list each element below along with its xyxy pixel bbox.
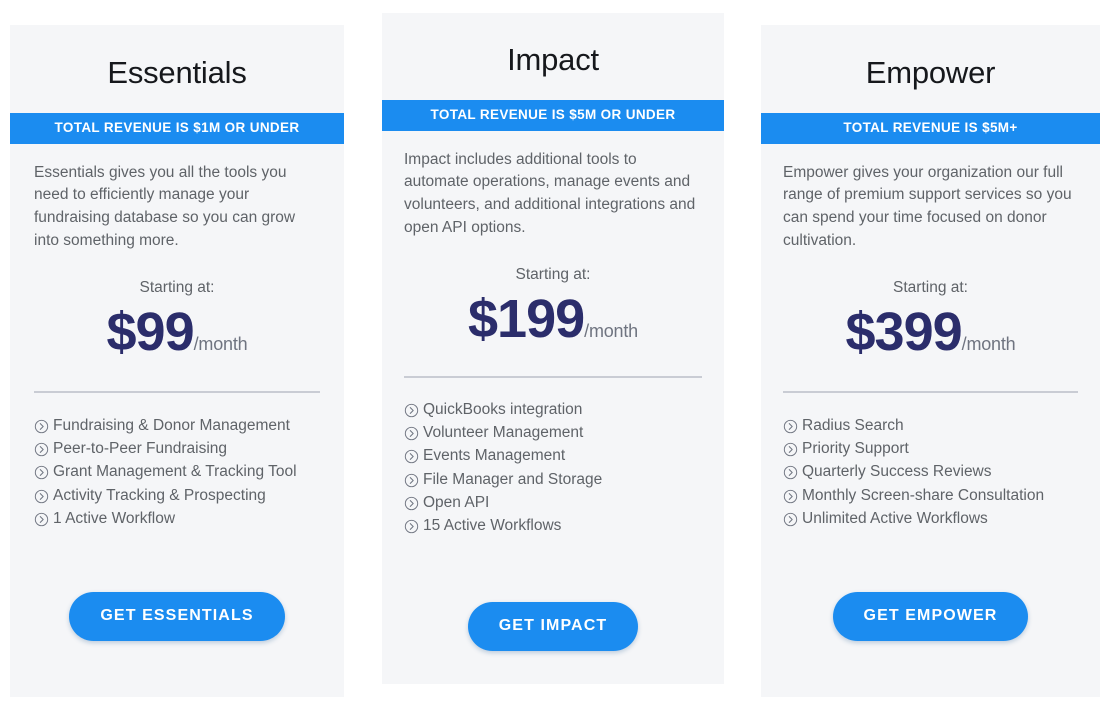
circle-chevron-right-icon xyxy=(783,489,798,504)
circle-chevron-right-icon xyxy=(783,419,798,434)
cta-container: GET IMPACT xyxy=(382,602,724,684)
feature-label: 15 Active Workflows xyxy=(423,517,562,535)
plan-card-empower: Empower TOTAL REVENUE IS $5M+ Empower gi… xyxy=(761,25,1100,697)
plan-card-impact: Impact TOTAL REVENUE IS $5M OR UNDER Imp… xyxy=(382,13,724,684)
circle-chevron-right-icon xyxy=(404,496,419,511)
circle-chevron-right-icon xyxy=(404,403,419,418)
feature-label: Activity Tracking & Prospecting xyxy=(53,486,266,504)
price-amount: $199 xyxy=(468,288,585,349)
revenue-banner: TOTAL REVENUE IS $1M OR UNDER xyxy=(10,113,344,144)
feature-label: Radius Search xyxy=(802,416,904,434)
starting-at-label: Starting at: xyxy=(515,265,591,283)
circle-chevron-right-icon xyxy=(34,465,49,480)
feature-list: Radius Search Priority Support Quarterly… xyxy=(761,393,1100,531)
price-period: /month xyxy=(961,333,1016,354)
list-item: Unlimited Active Workflows xyxy=(783,507,1080,530)
plan-description: Impact includes additional tools to auto… xyxy=(404,150,696,237)
list-item: Fundraising & Donor Management xyxy=(34,414,324,437)
price-amount: $399 xyxy=(845,301,963,362)
list-item: Quarterly Success Reviews xyxy=(783,461,1080,484)
revenue-banner: TOTAL REVENUE IS $5M+ xyxy=(761,113,1100,144)
feature-label: Peer-to-Peer Fundraising xyxy=(53,439,228,457)
starting-at-label: Starting at: xyxy=(893,278,968,296)
plan-title: Empower xyxy=(865,55,996,90)
list-item: QuickBooks integration xyxy=(404,398,704,421)
circle-chevron-right-icon xyxy=(34,442,49,457)
list-item: File Manager and Storage xyxy=(404,468,704,491)
revenue-banner: TOTAL REVENUE IS $5M OR UNDER xyxy=(382,100,724,131)
price-row: $99/month xyxy=(10,297,344,359)
price-row: $399/month xyxy=(761,297,1100,359)
get-impact-button[interactable]: GET IMPACT xyxy=(467,602,639,651)
list-item: Priority Support xyxy=(783,437,1080,460)
starting-at-label: Starting at: xyxy=(139,278,215,296)
price-period: /month xyxy=(584,320,638,341)
list-item: Grant Management & Tracking Tool xyxy=(34,461,324,484)
feature-label: Priority Support xyxy=(802,439,909,457)
feature-label: Volunteer Management xyxy=(423,423,584,441)
feature-label: Fundraising & Donor Management xyxy=(53,416,290,434)
plan-description: Essentials gives you all the tools you n… xyxy=(34,163,296,250)
feature-list: Fundraising & Donor Management Peer-to-P… xyxy=(10,393,344,531)
cta-container: GET ESSENTIALS xyxy=(10,592,344,697)
feature-label: Monthly Screen-share Consultation xyxy=(802,486,1045,504)
pricing-plans-board: Essentials TOTAL REVENUE IS $1M OR UNDER… xyxy=(0,0,1108,705)
plan-title: Essentials xyxy=(107,55,247,90)
circle-chevron-right-icon xyxy=(404,473,419,488)
circle-chevron-right-icon xyxy=(34,512,49,527)
list-item: 15 Active Workflows xyxy=(404,515,704,538)
circle-chevron-right-icon xyxy=(783,512,798,527)
list-item: Activity Tracking & Prospecting xyxy=(34,484,324,507)
feature-list: QuickBooks integration Volunteer Managem… xyxy=(382,378,724,538)
get-essentials-button[interactable]: GET ESSENTIALS xyxy=(69,592,285,641)
feature-label: Open API xyxy=(423,494,490,512)
list-item: Peer-to-Peer Fundraising xyxy=(34,437,324,460)
circle-chevron-right-icon xyxy=(404,426,419,441)
feature-label: Quarterly Success Reviews xyxy=(802,463,992,481)
feature-label: Grant Management & Tracking Tool xyxy=(53,463,297,481)
price-period: /month xyxy=(193,333,248,354)
feature-label: File Manager and Storage xyxy=(423,470,603,488)
feature-label: QuickBooks integration xyxy=(423,400,583,418)
list-item: Radius Search xyxy=(783,414,1080,437)
plan-title: Impact xyxy=(507,42,599,77)
plan-description: Empower gives your organization our full… xyxy=(783,163,1072,250)
feature-label: Events Management xyxy=(423,447,566,465)
list-item: 1 Active Workflow xyxy=(34,507,324,530)
feature-label: 1 Active Workflow xyxy=(53,510,176,528)
price-amount: $99 xyxy=(106,301,195,362)
circle-chevron-right-icon xyxy=(783,465,798,480)
circle-chevron-right-icon xyxy=(34,489,49,504)
price-row: $199/month xyxy=(382,284,724,346)
feature-label: Unlimited Active Workflows xyxy=(802,510,988,528)
cta-container: GET EMPOWER xyxy=(761,592,1100,697)
circle-chevron-right-icon xyxy=(404,519,419,534)
circle-chevron-right-icon xyxy=(404,449,419,464)
list-item: Volunteer Management xyxy=(404,421,704,444)
circle-chevron-right-icon xyxy=(783,442,798,457)
circle-chevron-right-icon xyxy=(34,419,49,434)
plan-card-essentials: Essentials TOTAL REVENUE IS $1M OR UNDER… xyxy=(10,25,344,697)
list-item: Monthly Screen-share Consultation xyxy=(783,484,1080,507)
list-item: Open API xyxy=(404,491,704,514)
list-item: Events Management xyxy=(404,445,704,468)
get-empower-button[interactable]: GET EMPOWER xyxy=(832,592,1029,641)
